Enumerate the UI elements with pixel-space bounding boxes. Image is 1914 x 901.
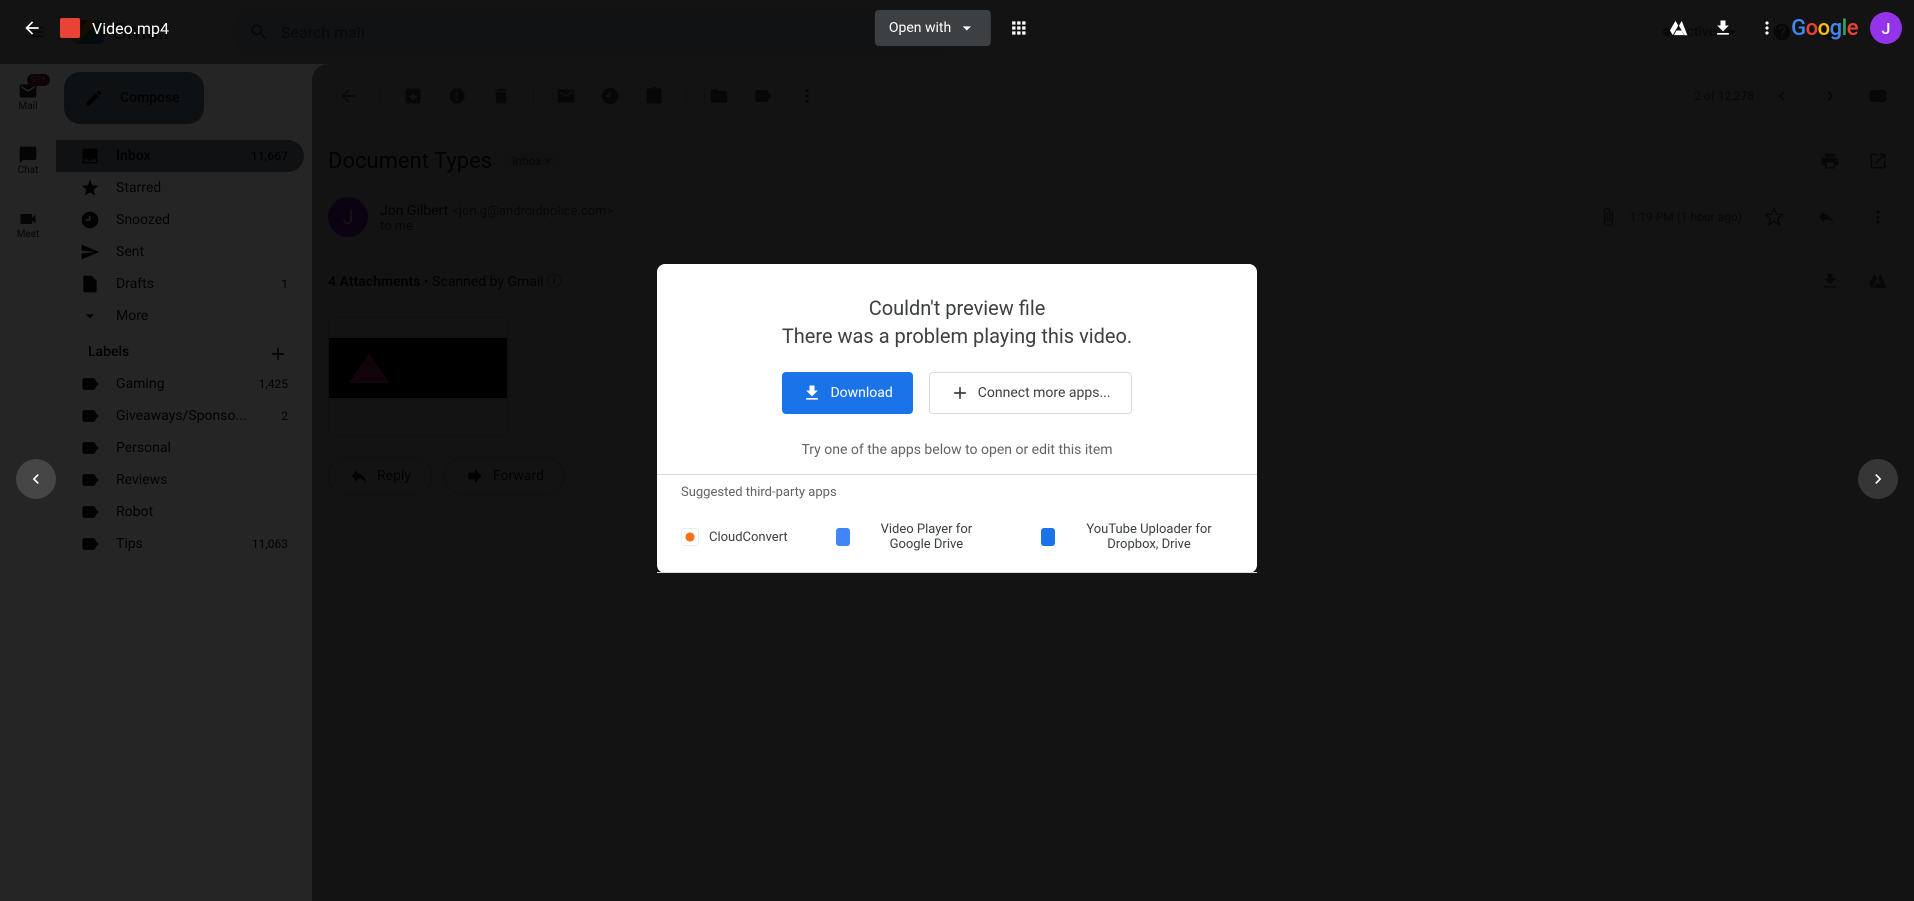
add-to-drive-button[interactable]	[1659, 8, 1699, 48]
cloudconvert-icon	[681, 528, 699, 546]
download-button[interactable]	[1703, 8, 1743, 48]
google-logo[interactable]: Google	[1791, 16, 1858, 41]
video-file-icon	[60, 18, 80, 38]
overlay-body: Couldn't preview file There was a proble…	[0, 56, 1914, 901]
overlay-right: Google J	[1659, 8, 1902, 48]
apps-icon	[1009, 18, 1029, 38]
chevron-down-icon	[957, 18, 977, 38]
connect-apps-button[interactable]: Connect more apps...	[929, 372, 1132, 414]
arrow-back-icon	[22, 18, 42, 38]
open-with-button[interactable]: Open with	[875, 10, 991, 46]
apps-button[interactable]	[999, 8, 1039, 48]
overlay-center: Open with	[875, 8, 1039, 48]
close-button[interactable]	[12, 8, 52, 48]
dialog-buttons: Download Connect more apps...	[681, 372, 1233, 414]
dialog-divider-bottom	[657, 572, 1257, 573]
account-avatar[interactable]: J	[1870, 12, 1902, 44]
apps-row: CloudConvert Video Player for Google Dri…	[681, 510, 1233, 572]
preview-overlay: Video.mp4 Open with Google	[0, 0, 1914, 901]
dialog-title: Couldn't preview file	[681, 296, 1233, 320]
suggested-label: Suggested third-party apps	[681, 475, 1233, 510]
video-player-icon	[836, 528, 850, 546]
file-title: Video.mp4	[60, 18, 169, 38]
prev-attachment-button[interactable]	[16, 459, 56, 499]
dialog-download-button[interactable]: Download	[782, 372, 912, 414]
overlay-more-button[interactable]	[1747, 8, 1787, 48]
download-icon	[802, 383, 822, 403]
more-vert-icon	[1757, 18, 1777, 38]
app-video-player[interactable]: Video Player for Google Drive	[836, 522, 993, 552]
app-youtube-uploader[interactable]: YouTube Uploader for Dropbox, Drive	[1041, 522, 1233, 552]
chevron-right-icon	[1868, 469, 1888, 489]
youtube-uploader-icon	[1041, 528, 1055, 546]
error-dialog: Couldn't preview file There was a proble…	[657, 264, 1257, 573]
dialog-hint: Try one of the apps below to open or edi…	[681, 442, 1233, 458]
overlay-header: Video.mp4 Open with Google	[0, 0, 1914, 56]
dialog-subtitle: There was a problem playing this video.	[681, 324, 1233, 348]
plus-icon	[950, 383, 970, 403]
file-name: Video.mp4	[92, 19, 169, 38]
drive-add-icon	[1669, 18, 1689, 38]
chevron-left-icon	[26, 469, 46, 489]
download-icon	[1713, 18, 1733, 38]
app-cloudconvert[interactable]: CloudConvert	[681, 522, 788, 552]
next-attachment-button[interactable]	[1858, 459, 1898, 499]
